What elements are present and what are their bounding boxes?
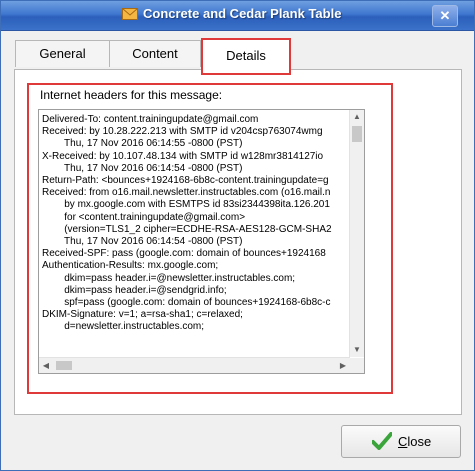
window-title: Concrete and Cedar Plank Table — [143, 6, 342, 21]
close-button[interactable]: Close — [341, 425, 461, 458]
vertical-scroll-thumb[interactable] — [352, 126, 362, 142]
scroll-left-arrow-icon[interactable]: ◀ — [39, 358, 53, 373]
tab-details[interactable]: Details — [201, 38, 291, 75]
horizontal-scroll-thumb[interactable] — [56, 361, 72, 370]
scroll-down-arrow-icon[interactable]: ▼ — [350, 343, 364, 357]
scroll-corner — [350, 358, 364, 373]
internet-headers-text[interactable]: Delivered-To: content.trainingupdate@gma… — [42, 114, 348, 354]
internet-headers-textbox[interactable]: Delivered-To: content.trainingupdate@gma… — [38, 109, 365, 374]
internet-headers-label: Internet headers for this message: — [40, 88, 223, 102]
tab-content[interactable]: Content — [109, 40, 201, 67]
window-close-button[interactable]: ✕ — [432, 5, 458, 27]
close-button-label-rest: lose — [407, 434, 432, 449]
scroll-up-arrow-icon[interactable]: ▲ — [350, 110, 364, 124]
envelope-icon — [122, 8, 138, 20]
checkmark-icon — [372, 432, 392, 450]
horizontal-scrollbar[interactable]: ◀ ▶ — [39, 357, 350, 373]
close-button-label: Close — [398, 434, 431, 449]
tab-general[interactable]: General — [15, 40, 110, 67]
dialog-window: Concrete and Cedar Plank Table ✕ General… — [0, 0, 475, 471]
scroll-right-arrow-icon[interactable]: ▶ — [336, 358, 350, 373]
vertical-scrollbar[interactable]: ▲ ▼ — [349, 110, 364, 357]
title-bar[interactable]: Concrete and Cedar Plank Table ✕ — [1, 1, 474, 31]
close-button-mnemonic: C — [398, 434, 408, 449]
